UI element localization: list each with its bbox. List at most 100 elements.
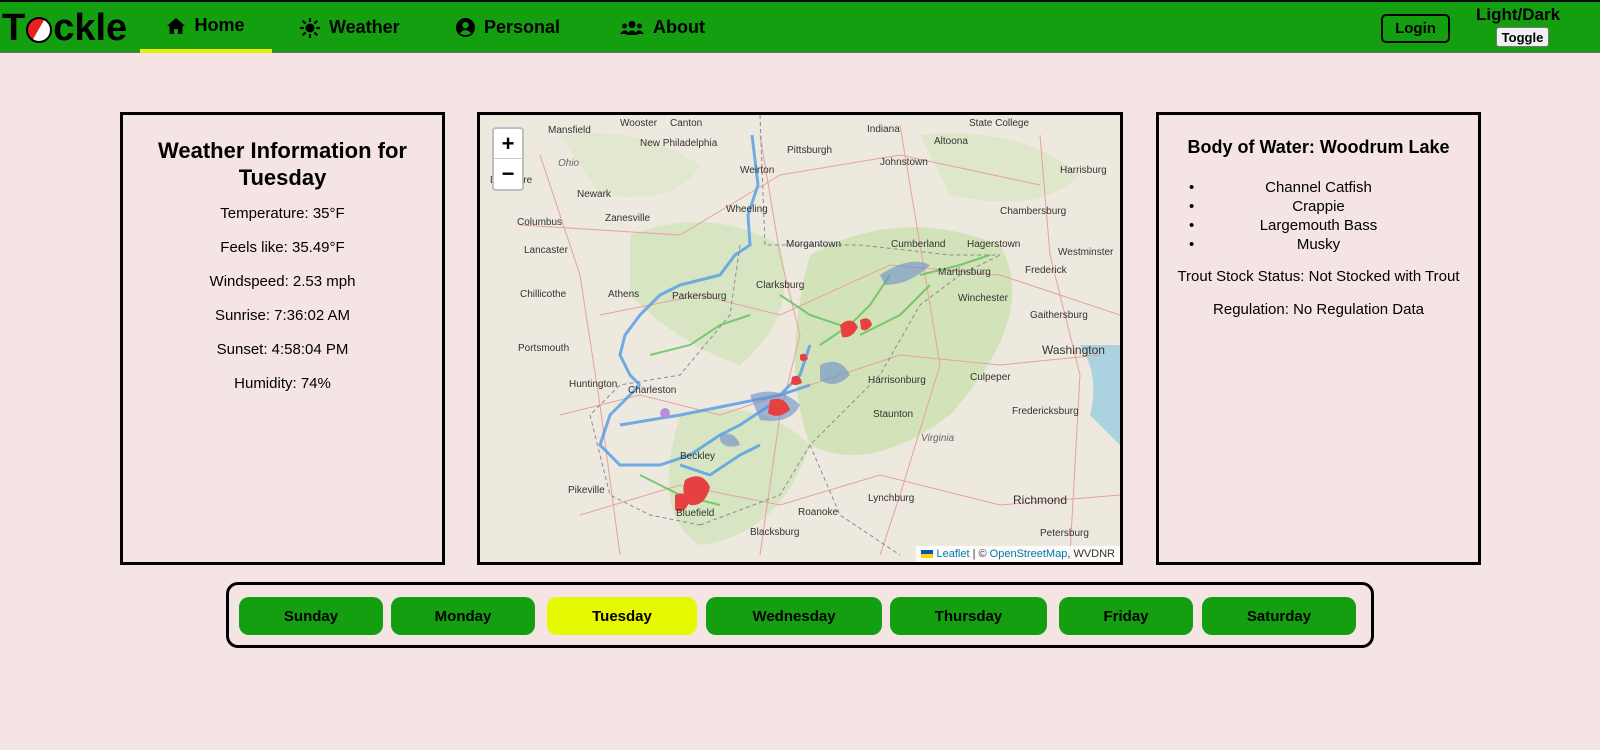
- attribution-separator: | ©: [969, 548, 990, 560]
- map-label: Pittsburgh: [787, 145, 833, 156]
- map-label: Gaithersburg: [1030, 310, 1088, 321]
- weather-sunset: Sunset: 4:58:04 PM: [216, 341, 349, 358]
- day-button-monday[interactable]: Monday: [391, 597, 535, 635]
- map-zoom-control: + −: [492, 127, 524, 191]
- day-button-sunday[interactable]: Sunday: [239, 597, 383, 635]
- user-circle-icon: [456, 18, 475, 37]
- bobber-logo-icon: [26, 17, 53, 43]
- map-label: Petersburg: [1040, 528, 1089, 539]
- weather-title: Weather Information for Tuesday: [158, 138, 407, 190]
- day-button-tuesday[interactable]: Tuesday: [547, 597, 697, 635]
- map-label: Frederick: [1025, 265, 1067, 276]
- sun-icon: [300, 17, 320, 38]
- fish-list: Channel Catfish Crappie Largemouth Bass …: [1159, 178, 1478, 254]
- fish-item: Channel Catfish: [1159, 178, 1478, 197]
- day-button-wednesday[interactable]: Wednesday: [706, 597, 882, 635]
- map-label: Altoona: [934, 136, 968, 147]
- map-label: Westminster: [1058, 247, 1114, 258]
- map-label: Harrisburg: [1060, 165, 1107, 176]
- weather-humidity: Humidity: 74%: [234, 375, 331, 392]
- map-label: Johnstown: [880, 157, 928, 168]
- nav-personal[interactable]: Personal: [456, 2, 560, 53]
- map-label: Chambersburg: [1000, 206, 1067, 217]
- map-label: Staunton: [873, 409, 914, 420]
- body-of-water-panel: Body of Water: Woodrum Lake Channel Catf…: [1156, 112, 1481, 565]
- nav-home-label: Home: [194, 15, 245, 35]
- fish-item: Crappie: [1159, 197, 1478, 216]
- zoom-out-button[interactable]: −: [494, 159, 522, 189]
- map-label: Morgantown: [786, 239, 842, 250]
- map-label: Harrisonburg: [868, 375, 926, 386]
- nav-weather[interactable]: Weather: [300, 2, 400, 53]
- map-label: Cumberland: [891, 239, 946, 250]
- map-label: Wheeling: [726, 204, 768, 215]
- map-label: New Philadelphia: [640, 138, 718, 149]
- map-label: Richmond: [1013, 493, 1068, 507]
- map-label: Indiana: [867, 124, 900, 135]
- logo-text-start: T: [2, 7, 26, 49]
- nav-active-underline: [140, 49, 272, 53]
- water-title: Body of Water: Woodrum Lake: [1187, 137, 1450, 157]
- regulation-info: Regulation: No Regulation Data: [1213, 301, 1424, 318]
- leaflet-link[interactable]: Leaflet: [937, 548, 970, 560]
- map-attribution: Leaflet | © OpenStreetMap, WVDNR: [916, 546, 1120, 562]
- nav-home[interactable]: Home: [140, 2, 272, 53]
- map-label: Portsmouth: [518, 343, 570, 354]
- map-label: Lancaster: [524, 245, 568, 256]
- map-label: Beckley: [680, 451, 716, 462]
- map-label: Fredericksburg: [1012, 406, 1079, 417]
- weather-sunrise: Sunrise: 7:36:02 AM: [214, 307, 351, 324]
- day-button-friday[interactable]: Friday: [1059, 597, 1193, 635]
- map-label: Roanoke: [798, 507, 839, 518]
- weather-feels-like: Feels like: 35.49°F: [220, 239, 345, 256]
- map-label: Columbus: [517, 217, 563, 228]
- map-label: Parkersburg: [672, 291, 727, 302]
- map-label: Zanesville: [605, 213, 651, 224]
- day-selector: Sunday Monday Tuesday Wednesday Thursday…: [226, 582, 1374, 648]
- map-label: Washington: [1042, 343, 1105, 357]
- tackle-logo[interactable]: T ckle: [2, 8, 127, 48]
- fish-item: Musky: [1159, 235, 1478, 254]
- home-icon: [167, 17, 186, 34]
- theme-toggle-label: Light/Dark: [1476, 5, 1561, 24]
- login-button[interactable]: Login: [1381, 14, 1450, 43]
- map-label: Clarksburg: [756, 280, 805, 291]
- map-label: Culpeper: [970, 372, 1011, 383]
- map-label: Blacksburg: [750, 527, 800, 538]
- map-label: Ohio: [558, 158, 580, 169]
- map-label: Huntington: [569, 379, 618, 390]
- ukraine-flag-icon: [921, 550, 934, 559]
- trout-stock-status: Trout Stock Status: Not Stocked with Tro…: [1177, 268, 1460, 285]
- map-label: Mansfield: [548, 125, 591, 136]
- weather-info-panel: Weather Information for Tuesday Temperat…: [120, 112, 445, 565]
- nav-about-label: About: [653, 17, 705, 37]
- day-button-thursday[interactable]: Thursday: [890, 597, 1047, 635]
- theme-toggle-button[interactable]: Toggle: [1496, 27, 1549, 47]
- map-label: Virginia: [921, 433, 955, 444]
- map-label: Lynchburg: [868, 493, 915, 504]
- map-panel[interactable]: Mansfield Wooster Canton Indiana Altoona…: [477, 112, 1123, 565]
- logo-text-end: ckle: [53, 7, 128, 49]
- weather-windspeed: Windspeed: 2.53 mph: [209, 273, 356, 290]
- map-label: Winchester: [958, 293, 1009, 304]
- fish-item: Largemouth Bass: [1159, 216, 1478, 235]
- map-label: Pikeville: [568, 485, 605, 496]
- map-label: Athens: [608, 289, 640, 300]
- day-button-saturday[interactable]: Saturday: [1202, 597, 1356, 635]
- nav-personal-label: Personal: [484, 17, 561, 37]
- nav-about[interactable]: About: [620, 2, 705, 53]
- map-label: Newark: [577, 189, 611, 200]
- map-label: Charleston: [628, 385, 677, 396]
- map-label: Bluefield: [676, 508, 715, 519]
- attribution-source: , WVDNR: [1067, 548, 1115, 560]
- map-label: Canton: [670, 118, 703, 129]
- weather-temperature: Temperature: 35°F: [220, 205, 345, 222]
- map-label: State College: [969, 118, 1030, 129]
- map-label: Chillicothe: [520, 289, 567, 300]
- openstreetmap-link[interactable]: OpenStreetMap: [990, 548, 1068, 560]
- map-label: Wooster: [620, 118, 658, 129]
- navbar: T ckle Home Weather Personal About Login…: [0, 0, 1600, 53]
- zoom-in-button[interactable]: +: [494, 129, 522, 159]
- map-label: Martinsburg: [938, 267, 991, 278]
- map-label: Weirton: [740, 165, 775, 176]
